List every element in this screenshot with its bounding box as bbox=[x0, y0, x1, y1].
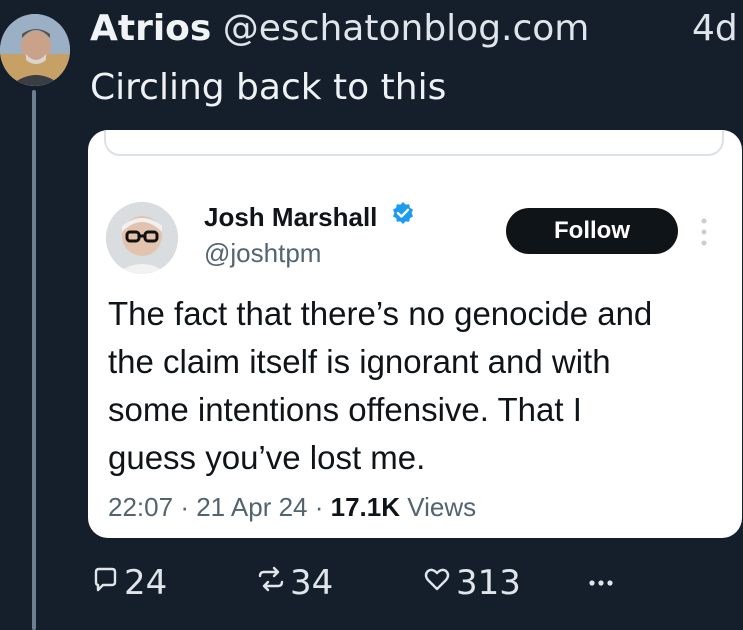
action-bar: 24 34 313 bbox=[90, 558, 730, 608]
views-label: Views bbox=[407, 492, 477, 522]
views-count: 17.1K bbox=[330, 492, 401, 522]
post-timestamp[interactable]: 4d bbox=[692, 6, 738, 52]
heart-icon bbox=[422, 563, 456, 603]
embed-text-line: The fact that there’s no genocide and bbox=[108, 295, 653, 332]
embed-text: The fact that there’s no genocide and th… bbox=[108, 290, 728, 482]
embed-text-line: some intentions offensive. That I bbox=[108, 391, 582, 428]
author-avatar[interactable] bbox=[0, 14, 70, 86]
quoted-post-card[interactable]: Josh Marshall @joshtpm Follow The fact t… bbox=[88, 130, 742, 538]
reply-count: 24 bbox=[124, 563, 168, 603]
post-text: Circling back to this bbox=[90, 67, 447, 108]
embed-avatar[interactable] bbox=[106, 202, 178, 274]
reply-button[interactable]: 24 bbox=[90, 558, 167, 608]
embed-author-handle[interactable]: @joshtpm bbox=[204, 236, 321, 270]
repost-button[interactable]: 34 bbox=[256, 558, 333, 608]
thread-line bbox=[32, 90, 36, 630]
more-options-icon[interactable] bbox=[700, 216, 708, 248]
like-button[interactable]: 313 bbox=[422, 558, 521, 608]
embed-text-line: the claim itself is ignorant and with bbox=[108, 343, 611, 380]
embed-time[interactable]: 22:07 bbox=[108, 492, 173, 522]
reply-icon bbox=[90, 563, 124, 603]
repost-icon bbox=[256, 563, 290, 603]
verified-badge-icon bbox=[391, 199, 415, 233]
meta-separator: · bbox=[314, 492, 331, 522]
embed-text-line: guess you’ve lost me. bbox=[108, 439, 426, 476]
follow-button[interactable]: Follow bbox=[506, 208, 678, 254]
meta-separator: · bbox=[180, 492, 197, 522]
embed-meta: 22:07 · 21 Apr 24 · 17.1K Views bbox=[108, 490, 476, 524]
embed-author-name[interactable]: Josh Marshall bbox=[204, 200, 415, 236]
author-handle[interactable]: @eschatonblog.com bbox=[223, 8, 590, 49]
post-header: Atrios @eschatonblog.com bbox=[90, 6, 740, 52]
embed-date[interactable]: 21 Apr 24 bbox=[196, 492, 307, 522]
like-count: 313 bbox=[456, 563, 521, 603]
author-name[interactable]: Atrios bbox=[90, 8, 211, 49]
repost-count: 34 bbox=[290, 563, 334, 603]
more-horizontal-icon[interactable] bbox=[586, 558, 620, 608]
embed-author-name-text[interactable]: Josh Marshall bbox=[204, 202, 377, 232]
previous-card-edge bbox=[104, 130, 724, 156]
